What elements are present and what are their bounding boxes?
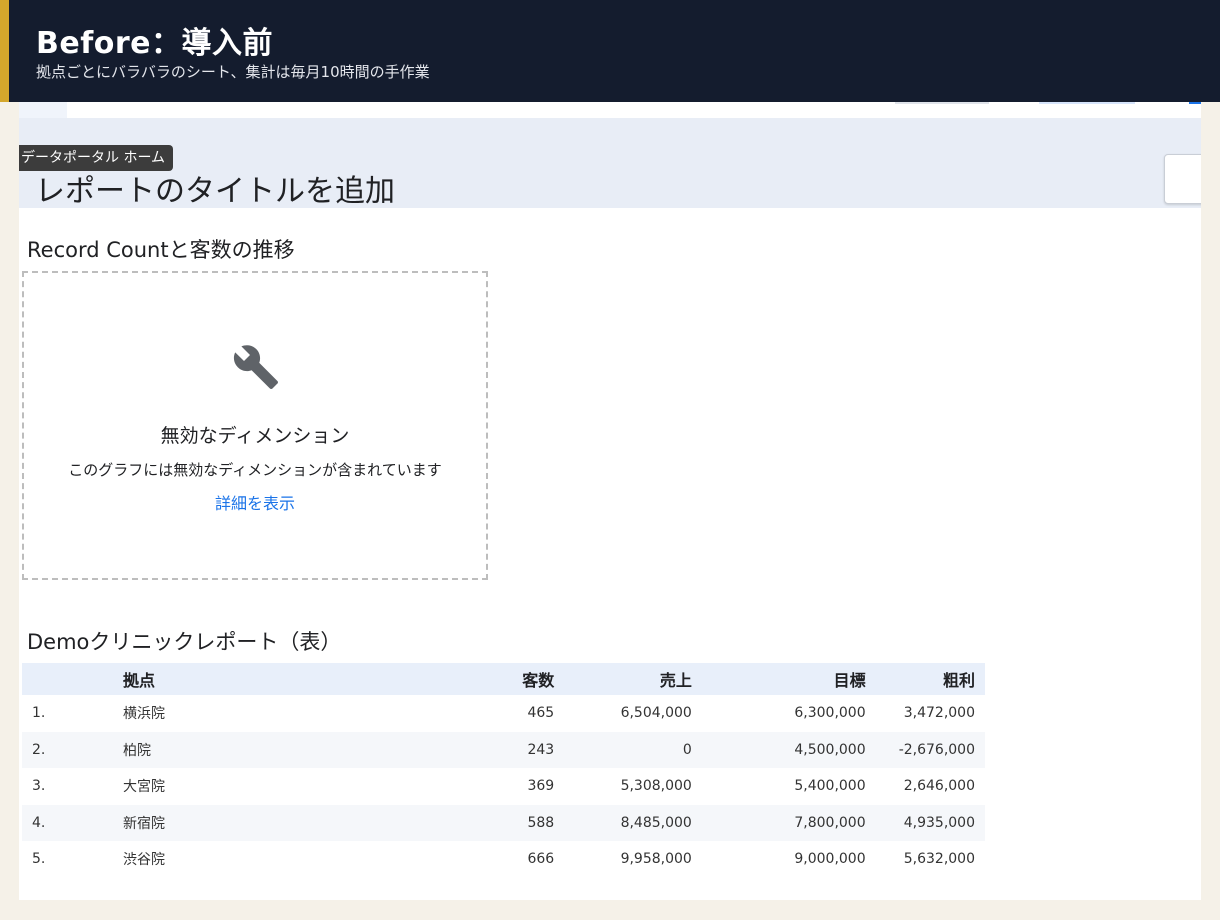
cell-site: 大宮院 [123,779,166,796]
cell-customers: 369 [527,778,555,795]
cell-sales: 9,958,000 [620,851,692,868]
table-row: 5. 渋谷院 666 9,958,000 9,000,000 5,632,000 [22,841,985,878]
chart-error-panel[interactable]: 無効なディメンション このグラフには無効なディメンションが含まれています 詳細を… [22,271,488,580]
cell-rank: 3. [32,778,46,795]
banner-accent-bar [0,0,9,102]
banner-title: Before：導入前 [36,26,274,61]
toolbar-remnant [19,102,1201,118]
error-description: このグラフには無効なディメンションが含まれています [68,461,442,479]
header-sales[interactable]: 売上 [564,663,702,695]
wrench-icon [233,345,278,389]
header-control-button[interactable] [1164,154,1201,204]
header-target[interactable]: 目標 [701,663,876,695]
toolbar-button[interactable] [895,102,989,104]
cell-customers: 666 [527,851,555,868]
cell-rank: 1. [32,705,46,722]
header-customers[interactable]: 客数 [466,663,565,695]
cell-sales: 5,308,000 [620,778,692,795]
cell-gross-profit: 2,646,000 [903,778,975,795]
header-site[interactable]: 拠点 [113,663,467,695]
cell-target: 4,500,000 [701,731,876,768]
cell-site: 横浜院 [123,706,166,723]
report-header: データポータル ホーム レポートのタイトルを追加 [19,118,1201,210]
banner-subtitle: 拠点ごとにバラバラのシート、集計は毎月10時間の手作業 [36,63,430,81]
cell-rank: 5. [32,851,46,868]
cell-sales: 0 [564,731,702,768]
home-tooltip: データポータル ホーム [19,145,174,171]
cell-gross-profit: -2,676,000 [875,731,985,768]
cell-sales: 6,504,000 [620,705,692,722]
cell-customers: 243 [466,731,565,768]
error-heading: 無効なディメンション [160,425,350,447]
table-row: 2. 柏院 243 0 4,500,000 -2,676,000 [22,731,985,768]
header-rank [22,663,114,695]
cell-rank: 2. [22,731,114,768]
cell-gross-profit: 5,632,000 [903,851,975,868]
cell-target: 6,300,000 [794,705,866,722]
table-row: 4. 新宿院 588 8,485,000 7,800,000 4,935,000 [22,804,985,841]
cell-site: 柏院 [113,731,467,768]
table-title: Demoクリニックレポート（表） [27,630,342,654]
toolbar-avatar[interactable] [1189,102,1201,104]
cell-sales: 8,485,000 [564,804,702,841]
slide-banner: Before：導入前 拠点ごとにバラバラのシート、集計は毎月10時間の手作業 [0,0,1220,102]
table-row: 1. 横浜院 465 6,504,000 6,300,000 3,472,000 [22,695,985,732]
table-row: 3. 大宮院 369 5,308,000 5,400,000 2,646,000 [22,768,985,805]
table-header-row: 拠点 客数 売上 目標 粗利 [22,663,985,695]
cell-gross-profit: 4,935,000 [875,804,985,841]
cell-target: 7,800,000 [701,804,876,841]
toolbar-logo-area [19,102,67,118]
header-gross-profit[interactable]: 粗利 [875,663,985,695]
cell-gross-profit: 3,472,000 [903,705,975,722]
cell-site: 新宿院 [113,804,467,841]
report-canvas: データポータル ホーム レポートのタイトルを追加 Record Countと客数… [19,102,1201,900]
report-table: 拠点 客数 売上 目標 粗利 1. 横浜院 465 6,504,000 6,30… [22,663,985,878]
cell-customers: 465 [527,705,555,722]
report-title[interactable]: レポートのタイトルを追加 [35,166,395,210]
chart-title: Record Countと客数の推移 [27,238,295,262]
toolbar-share-button[interactable] [1039,102,1135,104]
cell-target: 5,400,000 [794,778,866,795]
cell-target: 9,000,000 [794,851,866,868]
cell-site: 渋谷院 [123,852,166,869]
cell-rank: 4. [22,804,114,841]
details-link[interactable]: 詳細を表示 [24,490,486,514]
cell-customers: 588 [466,804,565,841]
